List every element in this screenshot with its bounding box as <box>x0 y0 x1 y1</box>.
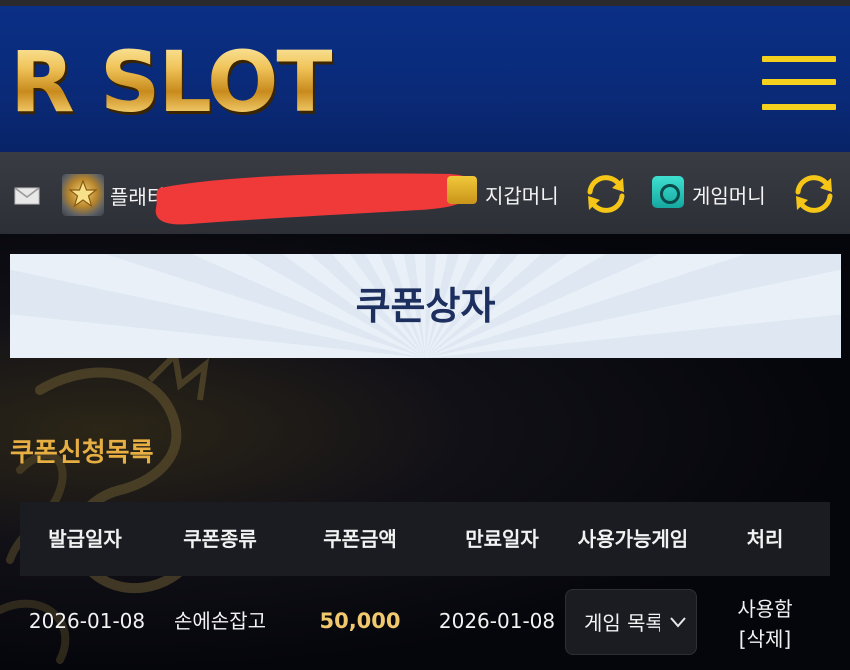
coupon-amount-cell: 50,000 <box>319 609 401 633</box>
site-logo[interactable]: R SLOT <box>10 34 334 130</box>
section-title: 쿠폰신청목록 <box>10 438 154 468</box>
hamburger-menu-icon[interactable] <box>762 56 836 112</box>
chevron-down-icon <box>670 617 686 628</box>
wallet-icon <box>447 176 477 204</box>
coupon-status: 사용함 <box>737 597 793 621</box>
expire-date-cell: 2026-01-08 <box>438 609 556 633</box>
column-header-action: 처리 <box>746 527 784 551</box>
game-money-refresh-icon[interactable] <box>790 170 838 218</box>
table-header: 발급일자 쿠폰종류 쿠폰금액 만료일자 사용가능게임 처리 <box>20 502 830 576</box>
available-game-select[interactable]: 게임 목록 <box>565 589 697 655</box>
issue-date-cell: 2026-01-08 <box>28 609 146 633</box>
wallet-refresh-icon[interactable] <box>582 170 630 218</box>
delete-link[interactable]: [삭제] <box>720 623 810 652</box>
envelope-icon[interactable] <box>14 187 40 205</box>
page-title-banner: 쿠폰상자 <box>10 254 841 358</box>
site-header: R SLOT <box>0 6 850 152</box>
wallet-money-label: 지갑머니 <box>485 184 559 208</box>
column-header-coupon-amount: 쿠폰금액 <box>323 527 397 551</box>
safe-icon <box>652 176 684 208</box>
gold-rank-badge-icon <box>62 174 104 216</box>
page-title: 쿠폰상자 <box>355 284 496 328</box>
game-money-label: 게임머니 <box>692 184 766 208</box>
coupon-type-cell: 손에손잡고 <box>174 609 266 633</box>
column-header-expire-date: 만료일자 <box>465 527 539 551</box>
available-game-select-value: 게임 목록 <box>584 611 660 635</box>
column-header-issue-date: 발급일자 <box>48 527 122 551</box>
table-row: 2026-01-08 손에손잡고 50,000 2026-01-08 게임 목록… <box>20 576 830 670</box>
column-header-available-game: 사용가능게임 <box>577 527 689 551</box>
column-header-coupon-type: 쿠폰종류 <box>183 527 257 551</box>
redaction-mark <box>155 173 474 225</box>
